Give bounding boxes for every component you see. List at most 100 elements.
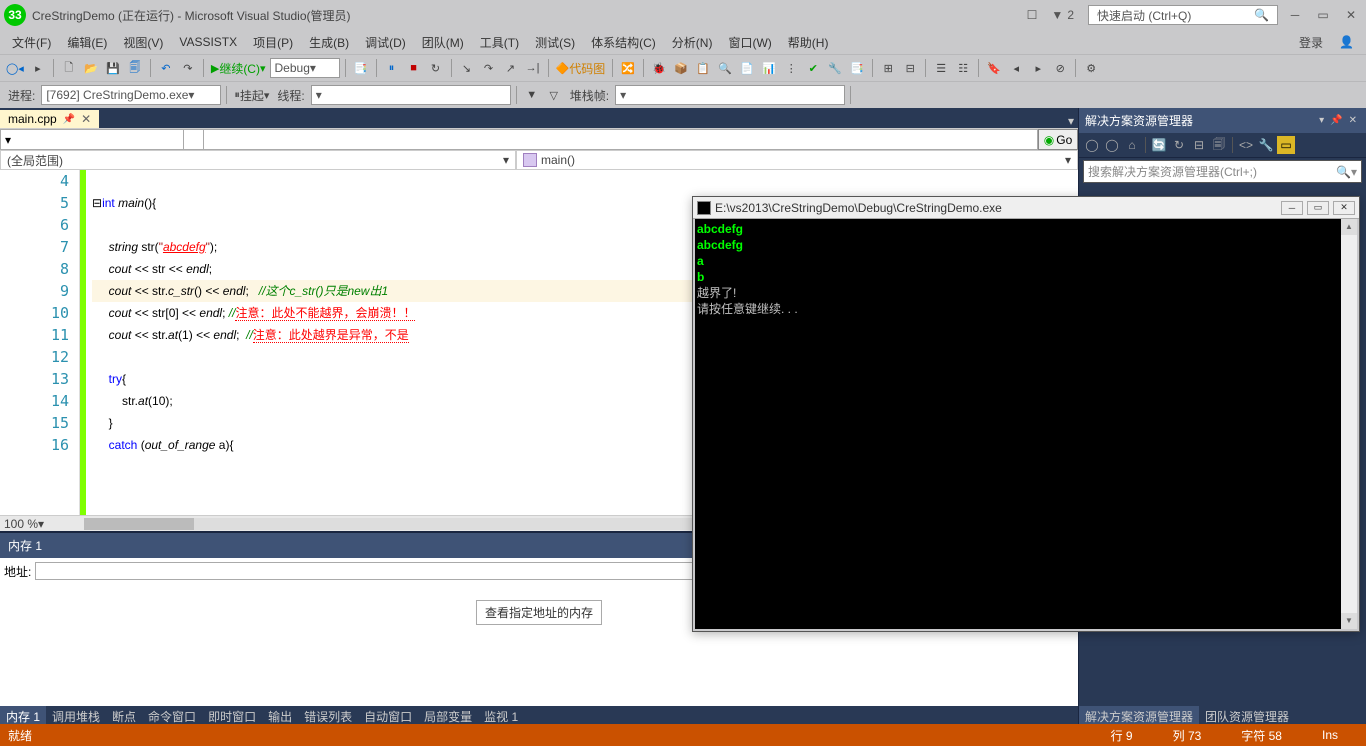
t-icon-2[interactable]: 🔀 <box>618 58 638 78</box>
se-code-icon[interactable]: <> <box>1237 136 1255 154</box>
menu-edit[interactable]: 编辑(E) <box>59 32 115 53</box>
undo-icon[interactable]: ↶ <box>156 58 176 78</box>
t-icon-13[interactable]: ⊞ <box>878 58 898 78</box>
bookmark-icon[interactable]: 🔖 <box>984 58 1004 78</box>
se-close-icon[interactable]: ✕ <box>1346 115 1360 126</box>
menu-analyze[interactable]: 分析(N) <box>664 32 721 53</box>
t-icon-18[interactable]: ▸ <box>1028 58 1048 78</box>
t-icon-3[interactable]: 🐞 <box>649 58 669 78</box>
se-search-input[interactable]: 搜索解决方案资源管理器(Ctrl+;)🔍▾ <box>1083 160 1362 183</box>
new-project-icon[interactable]: 🗋 <box>59 58 79 78</box>
menu-window[interactable]: 窗口(W) <box>720 32 779 53</box>
codemap-button[interactable]: 🔶 代码图 <box>554 58 608 78</box>
nav-combo-1[interactable]: ▾ <box>0 129 184 150</box>
se-tab-team[interactable]: 团队资源管理器 <box>1199 706 1295 726</box>
feedback-icon[interactable]: ☐ <box>1023 8 1042 22</box>
t-icon-7[interactable]: 📄 <box>737 58 757 78</box>
menu-vassistx[interactable]: VASSISTX <box>171 33 245 51</box>
t-icon-17[interactable]: ◂ <box>1006 58 1026 78</box>
se-back-icon[interactable]: ◯ <box>1083 136 1101 154</box>
pin-icon[interactable]: 📌 <box>63 114 75 125</box>
t-icon-19[interactable]: ⊘ <box>1050 58 1070 78</box>
menu-debug[interactable]: 调试(D) <box>357 32 414 53</box>
restart-icon[interactable]: ↻ <box>426 58 446 78</box>
menu-view[interactable]: 视图(V) <box>115 32 171 53</box>
se-refresh-icon[interactable]: ↻ <box>1170 136 1188 154</box>
tab-main-cpp[interactable]: main.cpp 📌 ✕ <box>0 110 99 128</box>
menu-help[interactable]: 帮助(H) <box>780 32 837 53</box>
console-body[interactable]: abcdefgabcdefgab越界了!请按任意键继续. . . ▲▼ <box>695 219 1357 629</box>
se-showall-icon[interactable]: 🗐 <box>1210 136 1228 154</box>
console-minimize-button[interactable]: ─ <box>1281 201 1303 215</box>
t-icon-9[interactable]: ⋮ <box>781 58 801 78</box>
console-maximize-button[interactable]: ▭ <box>1307 201 1329 215</box>
zoom-level[interactable]: 100 % <box>4 517 38 531</box>
step-out-icon[interactable]: ↗ <box>501 58 521 78</box>
t-icon-20[interactable]: ⚙ <box>1081 58 1101 78</box>
flag2-icon[interactable]: ▽ <box>544 85 564 105</box>
stackframe-dropdown[interactable]: ▾ <box>615 85 845 105</box>
suspend-button[interactable]: ⏸ 挂起 ▾ <box>232 85 271 105</box>
t-icon-11[interactable]: 🔧 <box>825 58 845 78</box>
pause-icon[interactable]: ⏸ <box>382 58 402 78</box>
se-preview-icon[interactable]: ▭ <box>1277 136 1295 154</box>
nav-combo-2[interactable] <box>184 129 204 150</box>
se-fwd-icon[interactable]: ◯ <box>1103 136 1121 154</box>
continue-button[interactable]: ▶ 继续(C) ▾ <box>209 58 268 78</box>
save-icon[interactable]: 💾 <box>103 58 123 78</box>
thread-dropdown[interactable]: ▾ <box>311 85 511 105</box>
se-collapse-icon[interactable]: ⊟ <box>1190 136 1208 154</box>
se-tab-solution[interactable]: 解决方案资源管理器 <box>1079 706 1199 726</box>
t-icon-1[interactable]: 📑 <box>351 58 371 78</box>
t-icon-10[interactable]: ✔ <box>803 58 823 78</box>
menu-build[interactable]: 生成(B) <box>301 32 357 53</box>
scope-left[interactable]: (全局范围)▾ <box>0 151 516 170</box>
nav-back-icon[interactable]: ◯◂ <box>4 58 26 78</box>
t-icon-6[interactable]: 🔍 <box>715 58 735 78</box>
run-to-cursor-icon[interactable]: →| <box>523 58 543 78</box>
console-scrollbar[interactable]: ▲▼ <box>1341 219 1357 629</box>
minimize-button[interactable]: ─ <box>1284 6 1306 24</box>
se-sync-icon[interactable]: 🔄 <box>1150 136 1168 154</box>
scope-right[interactable]: main()▾ <box>516 151 1078 170</box>
user-icon[interactable]: 👤 <box>1331 33 1362 51</box>
go-button[interactable]: ◉Go <box>1038 129 1078 150</box>
t-icon-16[interactable]: ☷ <box>953 58 973 78</box>
se-prop-icon[interactable]: 🔧 <box>1257 136 1275 154</box>
flag-icon[interactable]: ▼ <box>522 85 542 105</box>
t-icon-5[interactable]: 📋 <box>693 58 713 78</box>
menu-architecture[interactable]: 体系结构(C) <box>583 32 664 53</box>
nav-fwd-icon[interactable]: ▸ <box>28 58 48 78</box>
se-dropdown-icon[interactable]: ▾ <box>1316 115 1327 126</box>
console-titlebar[interactable]: E:\vs2013\CreStringDemo\Debug\CreStringD… <box>693 197 1359 219</box>
step-into-icon[interactable]: ↘ <box>457 58 477 78</box>
menu-file[interactable]: 文件(F) <box>4 32 59 53</box>
quick-launch-input[interactable]: 快速启动 (Ctrl+Q)🔍 <box>1088 5 1278 25</box>
t-icon-4[interactable]: 📦 <box>671 58 691 78</box>
notification-flag-icon[interactable]: ▼2 <box>1047 8 1082 22</box>
t-icon-15[interactable]: ☰ <box>931 58 951 78</box>
process-dropdown[interactable]: [7692] CreStringDemo.exe ▾ <box>41 85 221 105</box>
tab-close-icon[interactable]: ✕ <box>81 112 91 126</box>
se-pin-icon[interactable]: 📌 <box>1327 115 1345 126</box>
t-icon-14[interactable]: ⊟ <box>900 58 920 78</box>
save-all-icon[interactable]: 🗐 <box>125 58 145 78</box>
menu-team[interactable]: 团队(M) <box>414 32 472 53</box>
config-dropdown[interactable]: Debug ▾ <box>270 58 340 78</box>
redo-icon[interactable]: ↷ <box>178 58 198 78</box>
console-close-button[interactable]: ✕ <box>1333 201 1355 215</box>
menu-test[interactable]: 测试(S) <box>527 32 583 53</box>
stop-icon[interactable]: ■ <box>404 58 424 78</box>
close-button[interactable]: ✕ <box>1340 6 1362 24</box>
t-icon-12[interactable]: 📑 <box>847 58 867 78</box>
nav-combo-3[interactable] <box>204 129 1038 150</box>
tabs-overflow-icon[interactable]: ▾ <box>1068 114 1078 128</box>
step-over-icon[interactable]: ↷ <box>479 58 499 78</box>
menu-tools[interactable]: 工具(T) <box>472 32 527 53</box>
sign-in-button[interactable]: 登录 <box>1291 32 1331 53</box>
se-home-icon[interactable]: ⌂ <box>1123 136 1141 154</box>
maximize-button[interactable]: ▭ <box>1312 6 1334 24</box>
console-window[interactable]: E:\vs2013\CreStringDemo\Debug\CreStringD… <box>692 196 1360 632</box>
open-file-icon[interactable]: 📂 <box>81 58 101 78</box>
menu-project[interactable]: 项目(P) <box>245 32 301 53</box>
